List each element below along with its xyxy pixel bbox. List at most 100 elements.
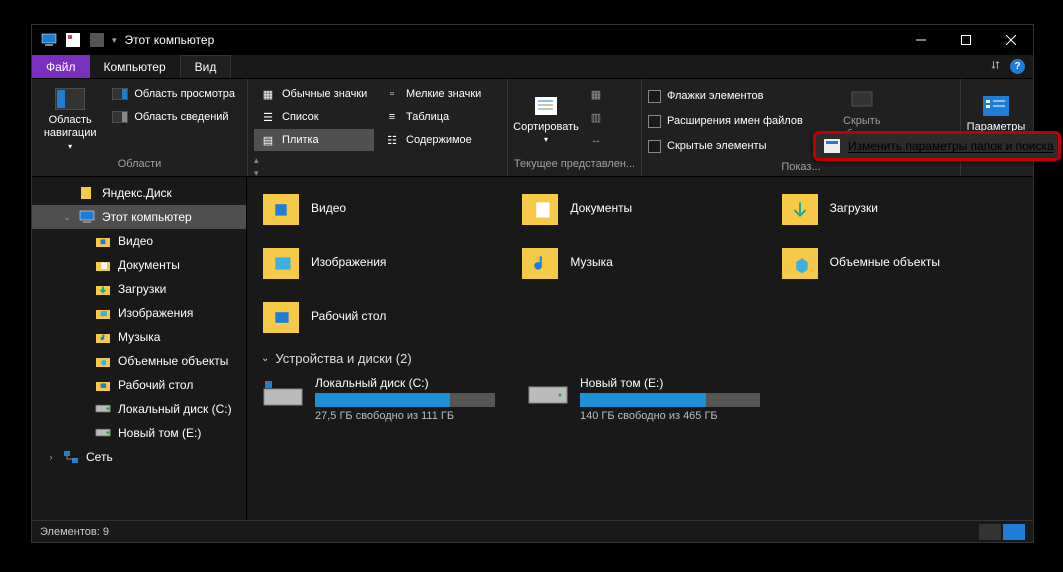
folder-options-icon [824,138,840,154]
folder-tile[interactable]: Рабочий стол [257,291,507,341]
tree-item-label: Объемные объекты [118,354,228,368]
layout-icon: ▫ [384,87,400,101]
size-icon: ↔ [588,133,604,147]
layout-medium-icons[interactable]: ▦Обычные значки [254,83,374,105]
tree-item[interactable]: Загрузки [32,277,246,301]
tree-item[interactable]: Локальный диск (C:) [32,397,246,421]
titlebar-icons: ▾ [32,32,117,48]
group-icon: ▦ [588,87,604,101]
check-file-extensions[interactable]: Расширения имен файлов [648,110,803,132]
sort-label: Сортировать [513,121,579,134]
tree-item[interactable]: Рабочий стол [32,373,246,397]
tree-item-label: Локальный диск (C:) [118,402,232,416]
layout-details[interactable]: ≡Таблица [378,106,496,128]
drive-tile[interactable]: Новый том (E:)140 ГБ свободно из 465 ГБ [522,372,767,426]
group-panes: Область навигации ▾ Область просмотра Об… [32,79,248,176]
tree-item[interactable]: Изображения [32,301,246,325]
check-item-checkboxes[interactable]: Флажки элементов [648,85,803,107]
tab-file[interactable]: Файл [32,55,90,78]
tree-item[interactable]: Музыка [32,325,246,349]
chevron-down-icon: ⌄ [261,353,269,364]
tree-item[interactable]: Видео [32,229,246,253]
tree-item-label: Музыка [118,330,160,344]
content-area[interactable]: ВидеоДокументы Загрузки Изображения Музыка О… [247,177,1033,520]
tab-view[interactable]: Вид [180,55,232,78]
expand-icon[interactable]: ⌄ [62,212,72,223]
drive-usage-bar [315,393,495,407]
options-dropdown-item[interactable]: Изменить параметры папок и поиска [813,131,1061,161]
groupby-button[interactable]: ▦ [582,83,610,105]
statusbar: Элементов: 9 [32,520,1033,542]
folder-tile[interactable]: Изображения [257,237,504,287]
tree-item[interactable]: Объемные объекты [32,349,246,373]
check-hidden-items[interactable]: Скрытые элементы [648,135,803,157]
help-icon[interactable]: ? [1010,59,1025,74]
layout-small-icons[interactable]: ▫Мелкие значки [378,83,496,105]
group-currentview-label: Текущее представлен... [508,158,641,176]
tabrow-right: ⮃ ? [991,55,1033,78]
titlebar-dropdown-icon[interactable]: ▾ [112,35,117,46]
tree-item-label: Загрузки [118,282,166,296]
quickaccess-icon[interactable] [88,32,106,48]
view-tiles-btn[interactable] [1003,524,1025,540]
drive-icon [94,401,112,417]
drives-section-header[interactable]: ⌄ Устройства и диски (2) [261,351,1023,366]
folder-tile[interactable]: Музыка [516,237,763,287]
folder-tile-label: Объемные объекты [830,255,940,269]
drive-icon [526,376,570,414]
group-panes-label: Области [32,158,247,176]
folder-tile[interactable]: Объемные объекты [776,237,1023,287]
group-currentview: Сортировать ▾ ▦ ▥ ↔ Текущее представлен.… [508,79,642,176]
layout-tiles[interactable]: ▤Плитка [254,129,374,151]
navigation-tree[interactable]: Яндекс.Диск ⌄ Этот компьютер ВидеоДокументы… [32,177,247,520]
layout-icon: ▤ [260,133,276,147]
tree-item-label: Сеть [86,450,113,464]
tree-item[interactable]: Документы [32,253,246,277]
folder-tile[interactable]: Документы [516,183,763,233]
tree-item[interactable]: Новый том (E:) [32,421,246,445]
folder-tile[interactable]: Загрузки [776,183,1023,233]
layout-icon: ☷ [384,133,400,147]
view-details-btn[interactable] [979,524,1001,540]
scroll-up-icon[interactable]: ▴ [254,155,259,166]
minimize-button[interactable] [898,25,943,55]
group-options: Параметры ▾ [961,79,1033,176]
ribbon-tabs: Файл Компьютер Вид ⮃ ? [32,55,1033,79]
navigation-pane-icon [54,86,86,112]
tree-item[interactable]: Яндекс.Диск [32,181,246,205]
folder-tile-label: Музыка [570,255,612,269]
window-controls [898,25,1033,55]
desk-icon [94,377,112,393]
addcolumns-button[interactable]: ▥ [582,106,610,128]
drive-name: Локальный диск (C:) [315,376,498,390]
folders-section: ВидеоДокументы Загрузки Изображения Музыка О… [257,183,1023,341]
details-pane-button[interactable]: Область сведений [106,106,241,128]
preview-pane-button[interactable]: Область просмотра [106,83,241,105]
drive-tile[interactable]: Локальный диск (C:)27,5 ГБ свободно из 1… [257,372,502,426]
tree-item[interactable]: ⌄ Этот компьютер [32,205,246,229]
expand-icon[interactable]: › [46,452,56,462]
layout-content[interactable]: ☷Содержимое [378,129,496,151]
navigation-pane-button[interactable]: Область навигации ▾ [38,83,102,154]
tree-item[interactable]: › Сеть [32,445,246,469]
folder-tile-label: Изображения [311,255,386,269]
close-button[interactable] [988,25,1033,55]
minimize-ribbon-icon[interactable]: ⮃ [991,60,1000,73]
titlebar: ▾ Этот компьютер [32,25,1033,55]
sizecolumns-button[interactable]: ↔ [582,129,610,151]
properties-icon[interactable] [64,32,82,48]
folder-tile[interactable]: Видео [257,183,504,233]
group-layout: ▦Обычные значки ☰Список ▤Плитка ▫Мелкие … [248,79,508,176]
tab-computer[interactable]: Компьютер [90,55,180,78]
music-icon [520,244,560,280]
maximize-button[interactable] [943,25,988,55]
layout-list[interactable]: ☰Список [254,106,374,128]
3d-icon [780,244,820,280]
tree-item-label: Этот компьютер [102,210,192,224]
video-icon [94,233,112,249]
columns-icon: ▥ [588,110,604,124]
sort-button[interactable]: Сортировать ▾ [514,83,578,154]
options-icon [980,93,1012,119]
drives-section: Локальный диск (C:)27,5 ГБ свободно из 1… [257,372,1023,426]
layout-icon: ▦ [260,87,276,101]
